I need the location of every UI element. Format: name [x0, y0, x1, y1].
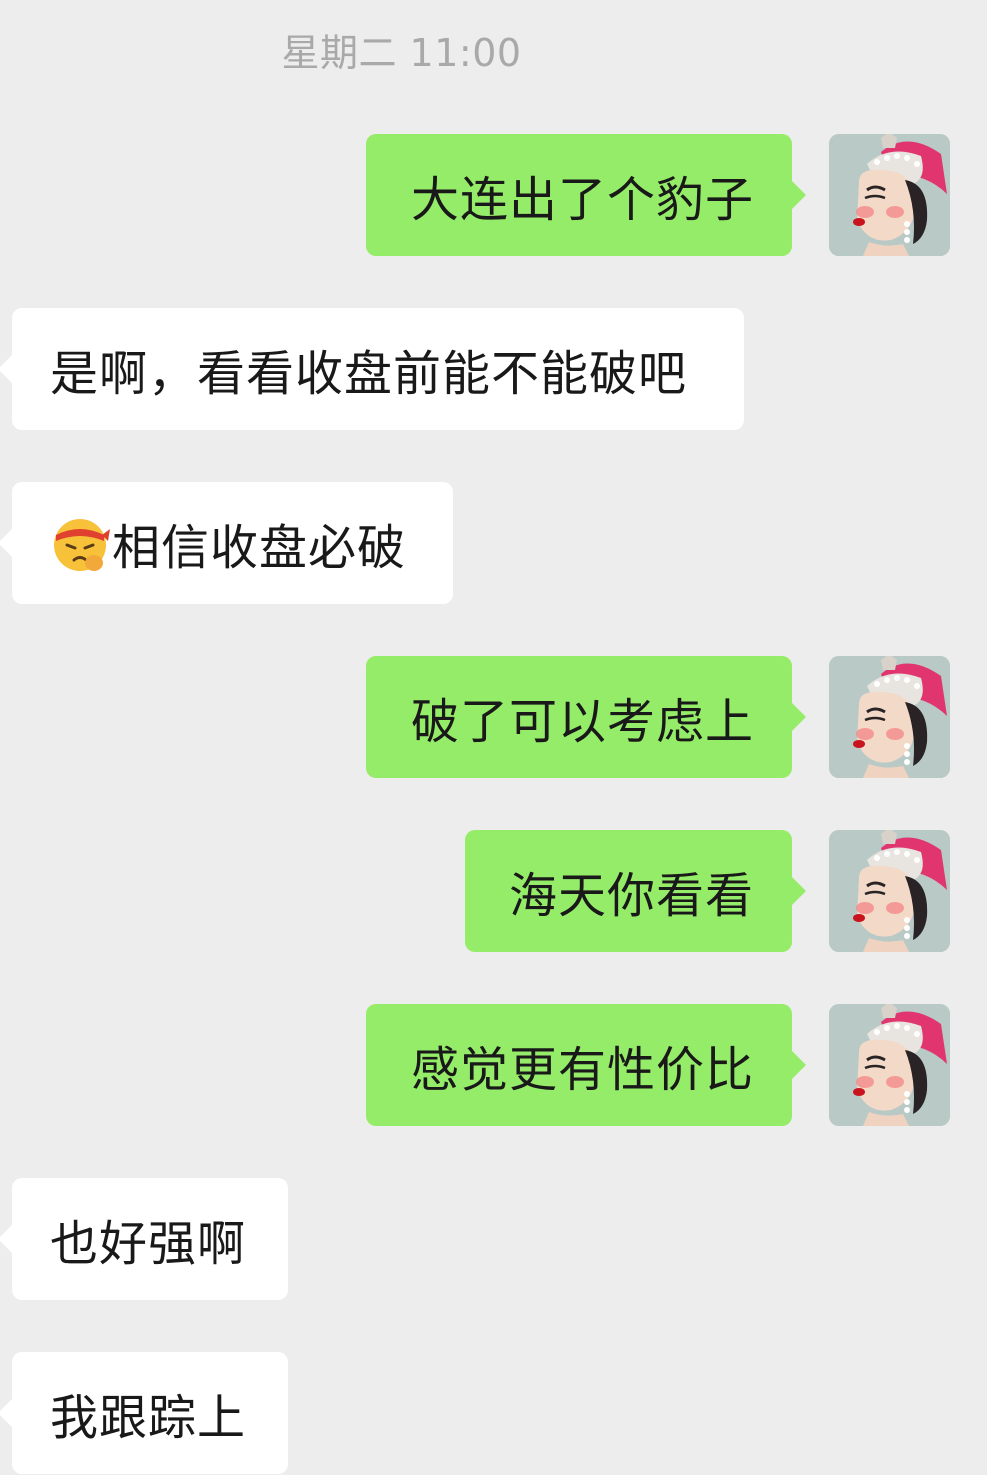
message-bubble-received[interactable]: 也好强啊: [0, 1178, 288, 1300]
message-timestamp: 星期二 11:00: [281, 31, 522, 75]
determined-face-emoji-icon: [54, 519, 110, 571]
message-bubble-sent[interactable]: 破了可以考虑上: [366, 656, 806, 778]
message-text: 感觉更有性价比: [410, 1042, 754, 1098]
message-bubble-received[interactable]: 我跟踪上: [0, 1352, 288, 1474]
message-text: 海天你看看: [508, 868, 754, 924]
message-bubble-sent[interactable]: 大连出了个豹子: [366, 134, 806, 256]
message-text: 大连出了个豹子: [410, 172, 754, 228]
message-bubble-received[interactable]: 相信收盘必破: [0, 482, 453, 604]
user-avatar[interactable]: [829, 1004, 950, 1126]
message-text: 我跟踪上: [50, 1390, 247, 1446]
user-avatar[interactable]: [829, 656, 950, 778]
avatar-image: [829, 134, 950, 256]
message-bubble-sent[interactable]: 海天你看看: [465, 830, 806, 952]
message-text: 相信收盘必破: [112, 520, 407, 576]
user-avatar[interactable]: [829, 830, 950, 952]
message-bubble-sent[interactable]: 感觉更有性价比: [366, 1004, 806, 1126]
avatar-image: [829, 1004, 950, 1126]
avatar-image: [829, 656, 950, 778]
message-text: 是啊，看看收盘前能不能破吧: [50, 346, 688, 402]
user-avatar[interactable]: [829, 134, 950, 256]
avatar-image: [829, 830, 950, 952]
message-text: 破了可以考虑上: [410, 694, 754, 750]
message-text: 也好强啊: [50, 1216, 247, 1272]
message-bubble-received[interactable]: 是啊，看看收盘前能不能破吧: [0, 308, 744, 430]
